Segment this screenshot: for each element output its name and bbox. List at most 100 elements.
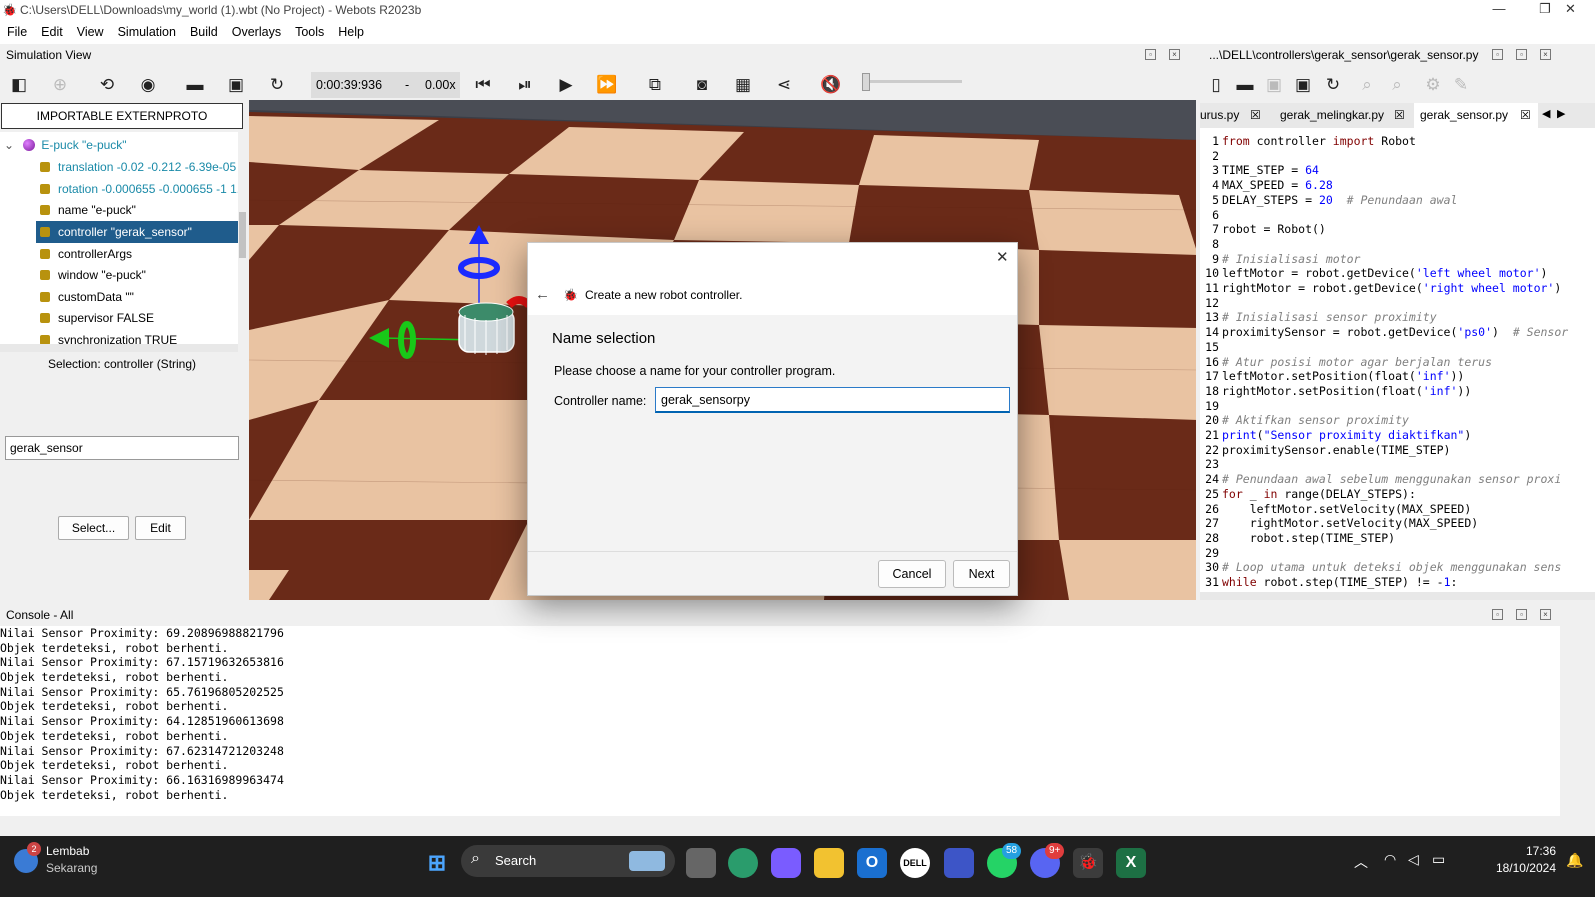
back-arrow-icon[interactable]: ← (535, 286, 550, 303)
code-line[interactable]: 24 # Penundaan awal sebelum menggunakan s… (1200, 472, 1595, 487)
record-movie-icon[interactable]: ▦ (730, 72, 756, 98)
close-window-button[interactable]: ✕ (1546, 0, 1595, 20)
excel-icon[interactable]: X (1116, 848, 1146, 878)
save-file-icon[interactable]: ▣ (1261, 72, 1287, 98)
windows-start-icon[interactable]: ⊞ (422, 848, 452, 878)
open-file-icon[interactable]: ▬ (1232, 72, 1258, 98)
play-icon[interactable]: ▶ (553, 72, 579, 98)
dialog-close-icon[interactable]: ✕ (996, 248, 1009, 266)
volume-slider-handle[interactable] (862, 73, 870, 91)
edit-button[interactable]: Edit (135, 516, 186, 540)
code-line[interactable]: 12 (1200, 296, 1595, 311)
menu-simulation[interactable]: Simulation (111, 20, 183, 44)
reset-simulation-icon[interactable]: ⏮ (470, 72, 496, 98)
menu-edit[interactable]: Edit (34, 20, 70, 44)
code-line[interactable]: 7 robot = Robot() (1200, 222, 1595, 237)
tree-field-translation[interactable]: translation -0.02 -0.212 -6.39e-05 (0, 156, 238, 178)
code-line[interactable]: 2 (1200, 149, 1595, 164)
revert-icon[interactable]: ↻ (1320, 72, 1346, 98)
code-line[interactable]: 28 robot.step(TIME_STEP) (1200, 531, 1595, 546)
save-world-icon[interactable]: ▣ (223, 72, 249, 98)
tab-close-icon[interactable]: ☒ (1520, 103, 1531, 128)
epuck-robot[interactable] (359, 220, 539, 370)
tab-close-icon[interactable]: ☒ (1394, 103, 1405, 128)
tree-field-controller[interactable]: controller "gerak_sensor" (36, 221, 238, 243)
menu-file[interactable]: File (0, 20, 34, 44)
code-line[interactable]: 26 leftMotor.setVelocity(MAX_SPEED) (1200, 502, 1595, 517)
tab-gerak-sensor[interactable]: gerak_sensor.py ☒ (1414, 103, 1538, 128)
eye-icon[interactable]: ◉ (135, 72, 161, 98)
code-line[interactable]: 15 (1200, 340, 1595, 355)
volume-icon[interactable]: ◁ (1408, 851, 1419, 868)
dell-icon[interactable]: DELL (900, 848, 930, 878)
fast-forward-icon[interactable]: ⏩ (594, 72, 620, 98)
clean-icon[interactable]: ✎ (1448, 72, 1474, 98)
code-line[interactable]: 8 (1200, 237, 1595, 252)
code-line[interactable]: 31 while robot.step(TIME_STEP) != -1: (1200, 575, 1595, 590)
edge-browser-icon[interactable] (728, 848, 758, 878)
file-explorer-icon[interactable] (814, 848, 844, 878)
tree-field-controllerargs[interactable]: controllerArgs (0, 243, 238, 265)
code-line[interactable]: 23 (1200, 457, 1595, 472)
copilot-icon[interactable] (771, 848, 801, 878)
next-button[interactable]: Next (953, 560, 1010, 588)
tab-urus[interactable]: urus.py ☒ (1194, 103, 1268, 128)
tree-field-synchronization[interactable]: synchronization TRUE (0, 329, 238, 344)
build-gear-icon[interactable]: ⚙ (1420, 72, 1446, 98)
replace-icon[interactable]: ⌕ (1384, 72, 1410, 98)
code-line[interactable]: 17 leftMotor.setPosition(float('inf')) (1200, 369, 1595, 384)
notification-bell-icon[interactable]: 🔔 (1566, 852, 1583, 869)
console-maximize-icon[interactable]: ▫ (1516, 609, 1527, 620)
tree-root-epuck[interactable]: ⌄ E-puck "e-puck" (0, 134, 238, 156)
console-float-icon[interactable]: ▫ (1492, 609, 1503, 620)
tab-scroll-left-icon[interactable]: ◀ (1542, 107, 1550, 120)
new-file-icon[interactable]: ▯ (1203, 72, 1229, 98)
menu-view[interactable]: View (70, 20, 111, 44)
tree-field-window[interactable]: window "e-puck" (0, 264, 238, 286)
show-hidden-icons[interactable]: ︿ (1354, 852, 1368, 872)
code-line[interactable]: 16 # Atur posisi motor agar berjalan teru… (1200, 355, 1595, 370)
minimize-button[interactable]: — (1476, 0, 1522, 20)
importable-externproto-button[interactable]: IMPORTABLE EXTERNPROTO (1, 103, 243, 129)
code-line[interactable]: 14 proximitySensor = robot.getDevice('ps0… (1200, 325, 1595, 340)
code-line[interactable]: 9 # Inisialisasi motor (1200, 252, 1595, 267)
code-line[interactable]: 20 # Aktifkan sensor proximity (1200, 413, 1595, 428)
screenshot-icon[interactable]: ◙ (689, 72, 715, 98)
save-all-icon[interactable]: ▣ (1290, 72, 1316, 98)
code-line[interactable]: 21 print("Sensor proximity diaktifkan") (1200, 428, 1595, 443)
tree-field-name[interactable]: name "e-puck" (0, 199, 238, 221)
editor-float-icon[interactable]: ▫ (1492, 49, 1503, 60)
battery-icon[interactable]: ▭ (1432, 851, 1445, 868)
code-line[interactable]: 5 DELAY_STEPS = 20 # Penundaan awal (1200, 193, 1595, 208)
code-line[interactable]: 27 rightMotor.setVelocity(MAX_SPEED) (1200, 516, 1595, 531)
code-line[interactable]: 6 (1200, 208, 1595, 223)
tab-scroll-right-icon[interactable]: ▶ (1557, 107, 1565, 120)
collapse-icon[interactable]: ⌄ (4, 134, 14, 156)
find-icon[interactable]: ⌕ (1354, 72, 1380, 98)
code-line[interactable]: 18 rightMotor.setPosition(float('inf')) (1200, 384, 1595, 399)
editor-hscrollbar[interactable] (1200, 592, 1595, 600)
code-line[interactable]: 1 from controller import Robot (1200, 134, 1595, 149)
code-line[interactable]: 13 # Inisialisasi sensor proximity (1200, 310, 1595, 325)
menu-overlays[interactable]: Overlays (225, 20, 288, 44)
task-view-icon[interactable] (686, 848, 716, 878)
code-line[interactable]: 19 (1200, 399, 1595, 414)
menu-help[interactable]: Help (331, 20, 371, 44)
float-panel-icon[interactable]: ▫ (1145, 49, 1156, 60)
code-line[interactable]: 25 for _ in range(DELAY_STEPS): (1200, 487, 1595, 502)
app-launcher-icon[interactable] (944, 848, 974, 878)
tree-field-supervisor[interactable]: supervisor FALSE (0, 307, 238, 329)
menu-tools[interactable]: Tools (288, 20, 331, 44)
tree-field-customdata[interactable]: customData "" (0, 286, 238, 308)
cancel-button[interactable]: Cancel (878, 560, 946, 588)
controller-value-field[interactable]: gerak_sensor (5, 436, 239, 460)
code-line[interactable]: 4 MAX_SPEED = 6.28 (1200, 178, 1595, 193)
webots-taskbar-icon[interactable]: 🐞 (1073, 848, 1103, 878)
code-editor[interactable]: 1 from controller import Robot 2 3 TIME_STEP… (1200, 128, 1595, 600)
outlook-icon[interactable]: O (857, 848, 887, 878)
scene-tree-hscrollbar[interactable] (0, 344, 238, 352)
menu-build[interactable]: Build (183, 20, 225, 44)
tree-field-rotation[interactable]: rotation -0.000655 -0.000655 -1 1.57 (0, 178, 238, 200)
code-line[interactable]: 22 proximitySensor.enable(TIME_STEP) (1200, 443, 1595, 458)
mute-icon[interactable]: 🔇 (818, 72, 844, 98)
